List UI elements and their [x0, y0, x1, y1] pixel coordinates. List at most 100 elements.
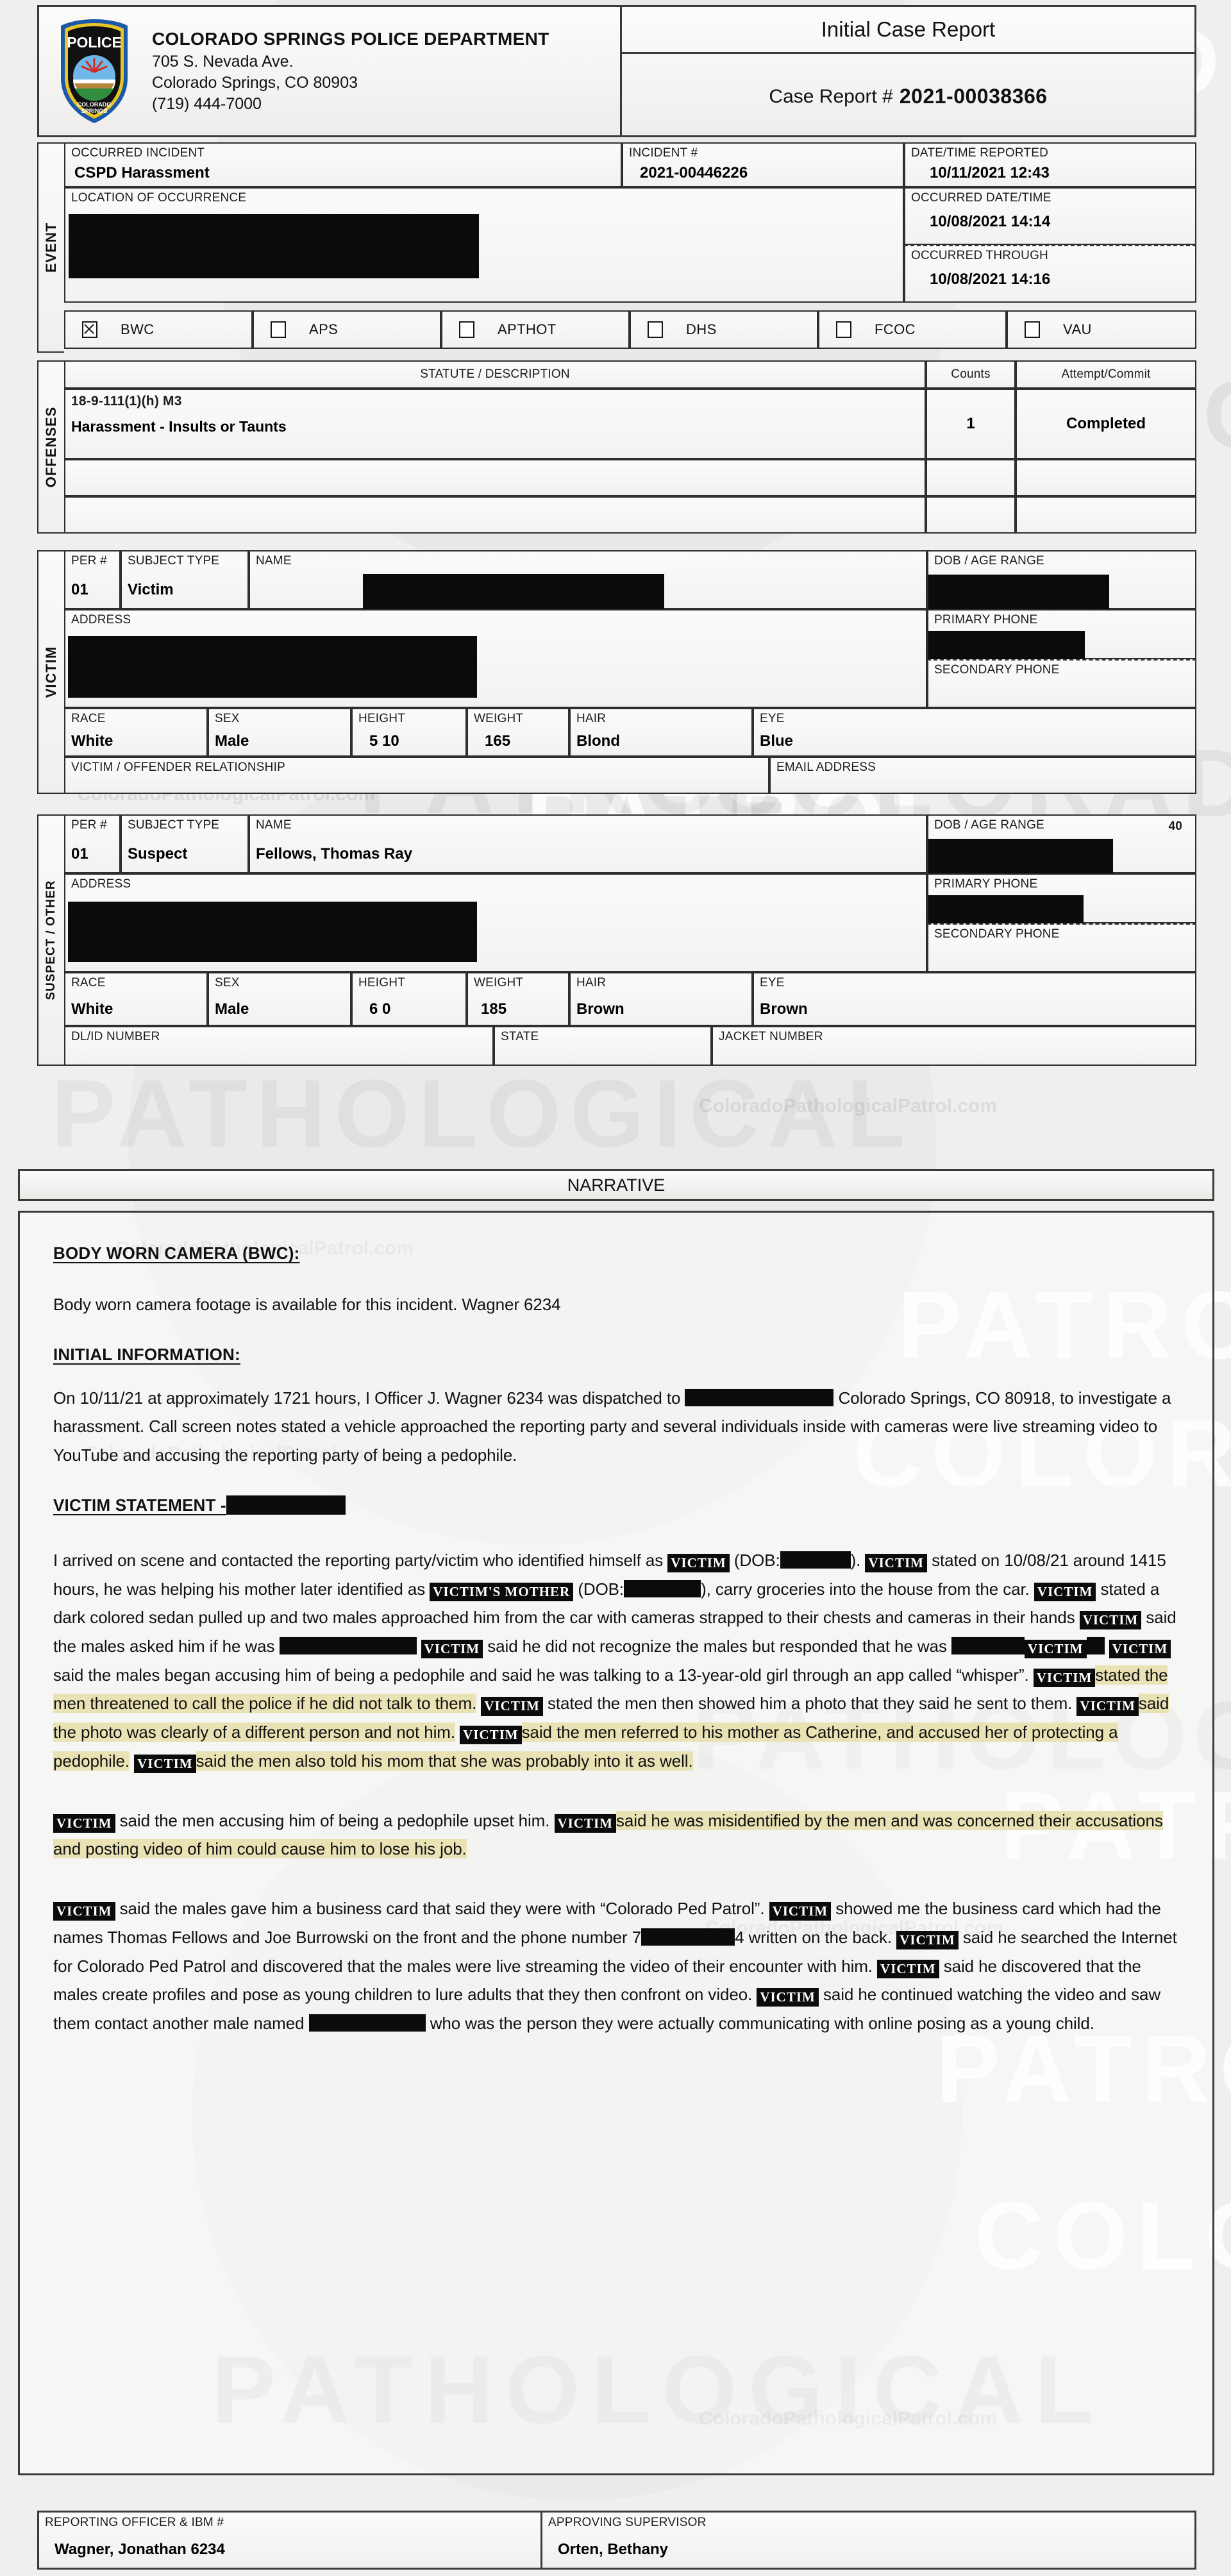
- suspect-eye-field: EYE Brown: [753, 972, 1196, 1026]
- suspect-address-field: ADDRESS: [64, 873, 927, 972]
- checkbox-aps[interactable]: [271, 321, 286, 338]
- victim-offender-relationship-label: VICTIM / OFFENDER RELATIONSHIP: [71, 761, 285, 774]
- date-reported-field: DATE/TIME REPORTED 10/11/2021 12:43: [904, 142, 1196, 187]
- suspect-name-label: NAME: [256, 818, 292, 832]
- redaction-block-name-asked: [279, 1637, 417, 1655]
- offense-attempt-commit: Completed: [1016, 389, 1196, 459]
- victim-name-label: NAME: [256, 554, 292, 568]
- suspect-race-value: White: [71, 1000, 113, 1018]
- victim-offender-relationship-field: VICTIM / OFFENDER RELATIONSHIP: [64, 757, 769, 794]
- incident-number-field: INCIDENT # 2021-00446226: [622, 142, 904, 187]
- victim-eye-field: EYE Blue: [753, 708, 1196, 757]
- checkbox-label-apthot: APTHOT: [498, 321, 557, 337]
- section-spine-event: EVENT: [37, 142, 64, 353]
- occurred-datetime-label: OCCURRED DATE/TIME: [911, 191, 1051, 205]
- suspect-sex-label: SEX: [215, 976, 240, 989]
- victim-statement-paragraph-3: VICTIM said the males gave him a busines…: [53, 1899, 1177, 2033]
- suspect-jacket-field: JACKET NUMBER: [712, 1026, 1196, 1066]
- flag-checkbox-row: BWC APS APTHOT DHS FCOC VAU: [64, 310, 1196, 349]
- suspect-height-field: HEIGHT 6 0: [351, 972, 467, 1026]
- suspect-address-label: ADDRESS: [71, 877, 131, 891]
- victim-weight-label: WEIGHT: [474, 712, 524, 725]
- victim-statement-paragraph-1: I arrived on scene and contacted the rep…: [53, 1546, 1179, 1776]
- victim-per-value: 01: [71, 581, 88, 598]
- checkbox-apthot[interactable]: [459, 321, 474, 338]
- occurred-through-label: OCCURRED THROUGH: [911, 249, 1048, 262]
- victim-subject-type-label: SUBJECT TYPE: [128, 554, 220, 568]
- section-label-event: EVENT: [43, 222, 59, 273]
- report-footer: REPORTING OFFICER & IBM # Wagner, Jonath…: [37, 2511, 1196, 2570]
- redaction-token-victim: VICTIM: [134, 1754, 196, 1773]
- redaction-token-victim: VICTIM: [769, 1902, 832, 1921]
- reporting-officer-value: Wagner, Jonathan 6234: [54, 2541, 225, 2558]
- checkbox-item-bwc[interactable]: BWC: [64, 310, 253, 349]
- svg-text:SPRINGS: SPRINGS: [81, 108, 108, 114]
- occurred-datetime-value: 10/08/2021 14:14: [930, 213, 1051, 230]
- suspect-hair-field: HAIR Brown: [569, 972, 753, 1026]
- checkbox-dhs[interactable]: [648, 321, 663, 338]
- offense-attempt-commit: [1016, 496, 1196, 534]
- redaction-block-victim-name: [363, 574, 664, 610]
- redaction-block-phone-number: [641, 1928, 735, 1946]
- victim-sex-value: Male: [215, 732, 249, 750]
- date-reported-label: DATE/TIME REPORTED: [911, 146, 1049, 160]
- bwc-text: Body worn camera footage is available fo…: [53, 1295, 561, 1314]
- suspect-per-field: PER # 01: [64, 814, 121, 873]
- checkbox-fcoc[interactable]: [836, 321, 851, 338]
- victim-height-label: HEIGHT: [358, 712, 405, 725]
- checkbox-vau[interactable]: [1025, 321, 1040, 338]
- suspect-name-field: NAME Fellows, Thomas Ray: [249, 814, 927, 873]
- svg-text:POLICE: POLICE: [67, 34, 122, 51]
- table-row-offense: 18-9-111(1)(h) M3 Harassment - Insults o…: [64, 389, 926, 459]
- redaction-token-victim: VICTIM: [757, 1988, 819, 2007]
- department-address-line-2: Colorado Springs, CO 80903: [152, 73, 358, 92]
- suspect-hair-value: Brown: [576, 1000, 624, 1018]
- victim-statement-heading: VICTIM STATEMENT -: [53, 1495, 1179, 1515]
- redaction-block-suspect-dob: [928, 839, 1113, 873]
- approving-supervisor-label: APPROVING SUPERVISOR: [548, 2516, 707, 2529]
- initial-info-part-a: On 10/11/21 at approximately 1721 hours,…: [53, 1388, 681, 1408]
- suspect-sex-value: Male: [215, 1000, 249, 1018]
- checkbox-item-vau[interactable]: VAU: [1007, 310, 1196, 349]
- section-spine-offenses: OFFENSES: [37, 360, 64, 534]
- report-title-panel: Initial Case Report Case Report # 2021-0…: [622, 5, 1196, 137]
- suspect-race-field: RACE White: [64, 972, 208, 1026]
- victim-statement-paragraph-2: VICTIM said the men accusing him of bein…: [53, 1810, 1163, 1859]
- suspect-primary-phone-field: PRIMARY PHONE: [927, 873, 1196, 923]
- victim-hair-label: HAIR: [576, 712, 607, 725]
- offenses-col-counts: Counts: [926, 360, 1016, 389]
- victim-sex-label: SEX: [215, 712, 240, 725]
- checkbox-item-aps[interactable]: APS: [253, 310, 441, 349]
- checkbox-bwc[interactable]: [82, 321, 97, 338]
- redaction-block-name-tail: [1086, 1637, 1105, 1655]
- suspect-dlid-field: DL/ID NUMBER: [64, 1026, 494, 1066]
- offenses-col-attempt: Attempt/Commit: [1016, 360, 1196, 389]
- occurred-incident-label: OCCURRED INCIDENT: [71, 146, 205, 160]
- checkbox-item-fcoc[interactable]: FCOC: [818, 310, 1007, 349]
- suspect-primary-phone-label: PRIMARY PHONE: [934, 877, 1038, 891]
- department-name: COLORADO SPRINGS POLICE DEPARTMENT: [152, 29, 549, 49]
- section-label-victim: VICTIM: [43, 646, 59, 698]
- section-spine-victim: VICTIM: [37, 550, 64, 794]
- suspect-subject-type-value: Suspect: [128, 845, 188, 863]
- checkbox-item-apthot[interactable]: APTHOT: [441, 310, 630, 349]
- police-badge-icon: POLICE COLORADO SPRINGS: [53, 17, 135, 126]
- section-label-suspect: SUSPECT / OTHER: [44, 880, 58, 1000]
- offense-description: Harassment - Insults or Taunts: [71, 418, 287, 435]
- redaction-token-victim: VICTIM: [481, 1697, 543, 1716]
- offense-statute: 18-9-111(1)(h) M3: [71, 394, 182, 408]
- redaction-token-victim: VICTIM: [460, 1726, 522, 1745]
- redaction-token-victim: VICTIM: [865, 1553, 927, 1572]
- checkbox-item-dhs[interactable]: DHS: [630, 310, 818, 349]
- victim-subject-type-value: Victim: [128, 581, 174, 598]
- suspect-jacket-label: JACKET NUMBER: [719, 1030, 823, 1043]
- incident-number-label: INCIDENT #: [629, 146, 698, 160]
- redaction-block-victim-dob: [928, 575, 1109, 610]
- victim-race-value: White: [71, 732, 113, 750]
- redaction-token-victim: VICTIM: [1079, 1611, 1142, 1630]
- redaction-block-suspect-address: [68, 902, 477, 962]
- case-report-page: POLICE COLORADO SPRINGS COLORADO SPRINGS…: [0, 0, 1231, 2576]
- occurred-through-value: 10/08/2021 14:16: [930, 271, 1051, 288]
- case-report-label: Case Report #: [769, 85, 893, 107]
- victim-name-field: NAME: [249, 550, 927, 610]
